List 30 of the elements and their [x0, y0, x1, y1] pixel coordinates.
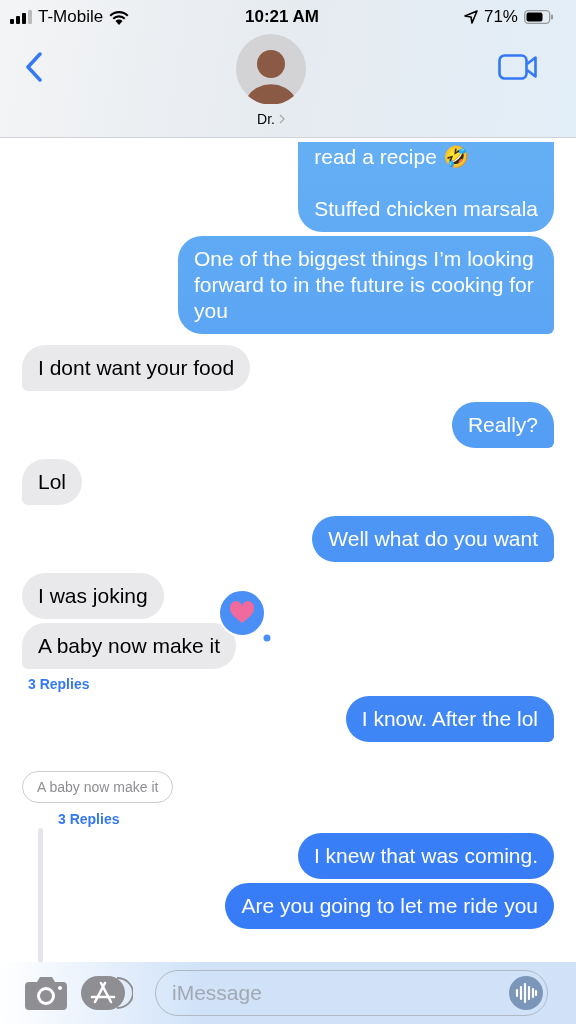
location-arrow-icon [463, 10, 478, 24]
battery-percent: 71% [483, 7, 518, 27]
message-bubble[interactable]: Are you going to let me ride you [225, 883, 554, 929]
contact-name[interactable]: Dr. [257, 111, 275, 127]
message-bubble[interactable]: One of the biggest things I’m looking forward to in the future is cooking for you [178, 236, 554, 334]
video-call-icon[interactable] [498, 54, 538, 80]
message-bubble[interactable]: I dont want your food [22, 345, 251, 391]
back-icon[interactable] [24, 52, 44, 82]
carrier-name: T-Mobile [38, 7, 104, 27]
audio-wave-icon[interactable] [509, 976, 543, 1010]
contact-avatar[interactable] [236, 34, 306, 104]
message-bubble[interactable]: I knew that was coming. [297, 833, 554, 879]
status-time: 10:21 AM [245, 7, 319, 27]
message-bubble[interactable]: Lol [22, 459, 83, 505]
battery-icon [524, 10, 554, 24]
signal-icon [10, 10, 32, 24]
camera-icon[interactable] [25, 976, 67, 1010]
message-bubble[interactable]: I was joking [22, 573, 164, 619]
message-bubble[interactable]: A baby now make it [22, 623, 237, 669]
message-bubble[interactable]: Well what do you want [312, 516, 554, 562]
replies-link[interactable]: 3 Replies [58, 811, 120, 827]
message-bubble[interactable]: I know. After the lol [345, 696, 554, 742]
heart-icon [230, 601, 255, 623]
chevron-icon [278, 114, 285, 124]
app-store-icon[interactable] [81, 976, 133, 1010]
message-bubble[interactable]: Really? [451, 402, 554, 448]
message-bubble[interactable]: read a recipe 🤣 Stuffed chicken marsala [298, 142, 554, 232]
wifi-icon [109, 9, 130, 25]
message-input[interactable]: iMessage [155, 970, 548, 1016]
replies-link[interactable]: 3 Replies [28, 676, 90, 692]
